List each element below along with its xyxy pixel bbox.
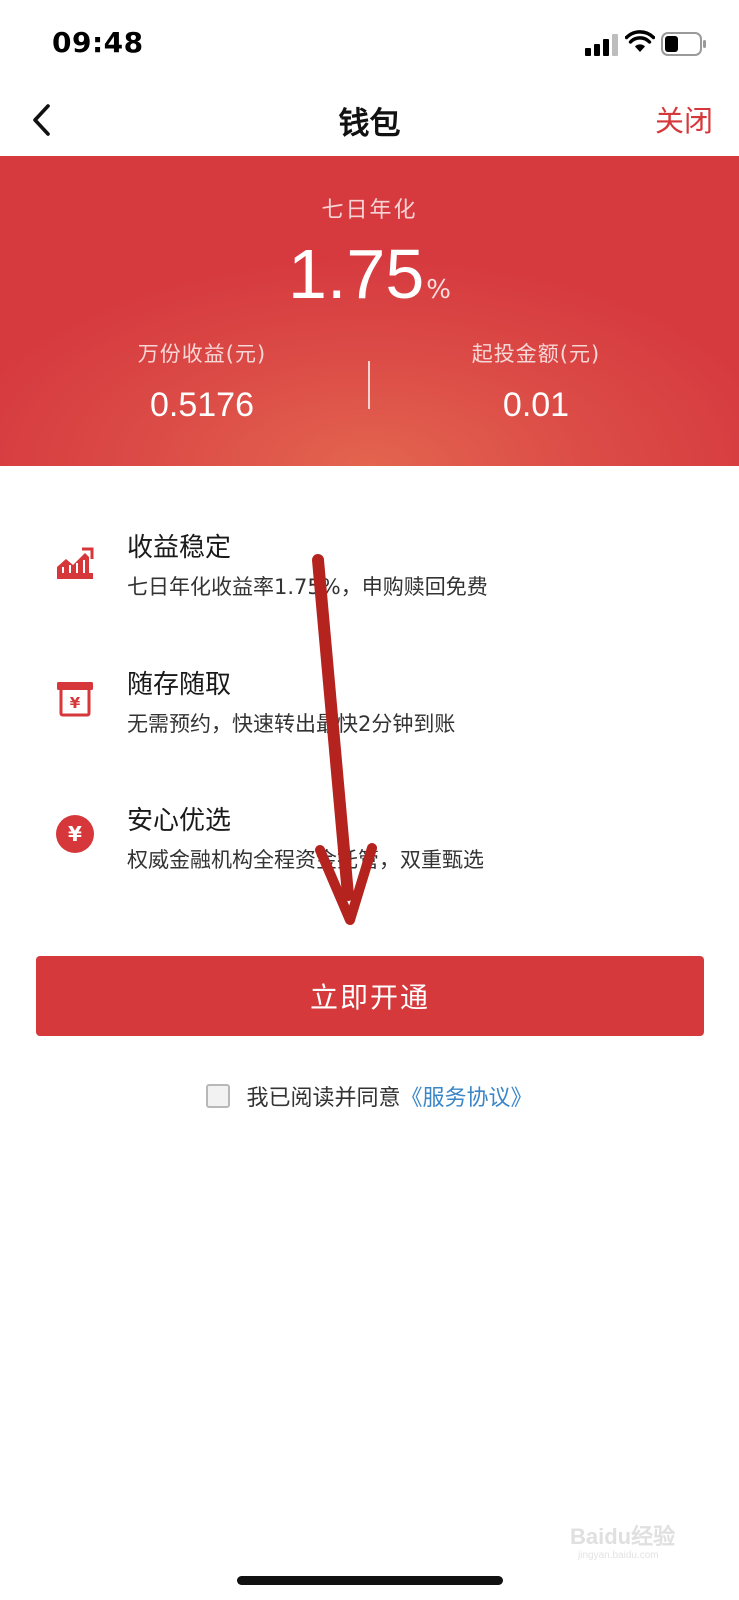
wifi-icon [625, 30, 655, 52]
battery-icon [661, 32, 706, 56]
feature-description: 无需预约，快速转出最快2分钟到账 [127, 712, 456, 736]
close-button[interactable]: 关闭 [655, 98, 713, 140]
minimum-investment-value: 0.01 [502, 386, 570, 424]
minimum-investment: 起投金额(元) 0.01 [386, 338, 686, 425]
svg-text:¥: ¥ [68, 822, 82, 846]
feature-description: 权威金融机构全程资金托管，双重甄选 [127, 848, 484, 872]
annualized-rate: 1.75% [0, 234, 739, 314]
feature-description: 七日年化收益率1.75%，申购赎回免费 [127, 575, 488, 599]
activate-now-button[interactable]: 立即开通 [36, 956, 704, 1036]
stat-divider [368, 361, 370, 409]
per-ten-thousand-income: 万份收益(元) 0.5176 [52, 338, 352, 425]
yield-banner: 七日年化 1.75% 万份收益(元) 0.5176 起投金额(元) 0.01 [0, 156, 739, 466]
minimum-investment-label: 起投金额(元) [471, 342, 601, 366]
yuan-circle-icon: ¥ [56, 815, 94, 853]
status-bar: 09:48 [0, 0, 739, 90]
agreement-checkbox[interactable] [206, 1084, 231, 1108]
seven-day-annualized-label: 七日年化 [321, 198, 418, 223]
chart-up-icon [57, 547, 94, 579]
cellular-signal-icon [585, 34, 618, 56]
baidu-jingyan-watermark: Baidu经验 jingyan.baidu.com [570, 1524, 675, 1560]
rate-unit: % [426, 275, 451, 305]
per-ten-thousand-income-value: 0.5176 [150, 386, 254, 424]
feature-title: 收益稳定 [127, 533, 232, 563]
watermark-text: Baidu经验 [570, 1524, 675, 1549]
page-title: 钱包 [338, 106, 401, 142]
service-agreement-link[interactable]: 《服务协议》 [401, 1080, 533, 1112]
feature-item-secure-choice: ¥ 安心优选 权威金融机构全程资金托管，双重甄选 [0, 800, 739, 900]
status-time: 09:48 [52, 26, 144, 59]
navigation-bar: 钱包 关闭 [0, 90, 739, 156]
feature-item-stable-income: 收益稳定 七日年化收益率1.75%，申购赎回免费 [0, 527, 739, 627]
feature-item-flexible-access: ¥ 随存随取 无需预约，快速转出最快2分钟到账 [0, 664, 739, 764]
yuan-box-icon: ¥ [57, 682, 93, 717]
agreement-text: 我已阅读并同意 [246, 1086, 401, 1111]
svg-text:¥: ¥ [70, 694, 81, 712]
home-indicator[interactable] [237, 1576, 503, 1585]
per-ten-thousand-income-label: 万份收益(元) [137, 342, 267, 366]
feature-title: 安心优选 [127, 806, 232, 836]
rate-value: 1.75 [288, 235, 425, 313]
agreement-row: 我已阅读并同意 《服务协议》 [0, 1076, 739, 1116]
feature-title: 随存随取 [127, 670, 232, 700]
watermark-subtext: jingyan.baidu.com [577, 1550, 659, 1560]
